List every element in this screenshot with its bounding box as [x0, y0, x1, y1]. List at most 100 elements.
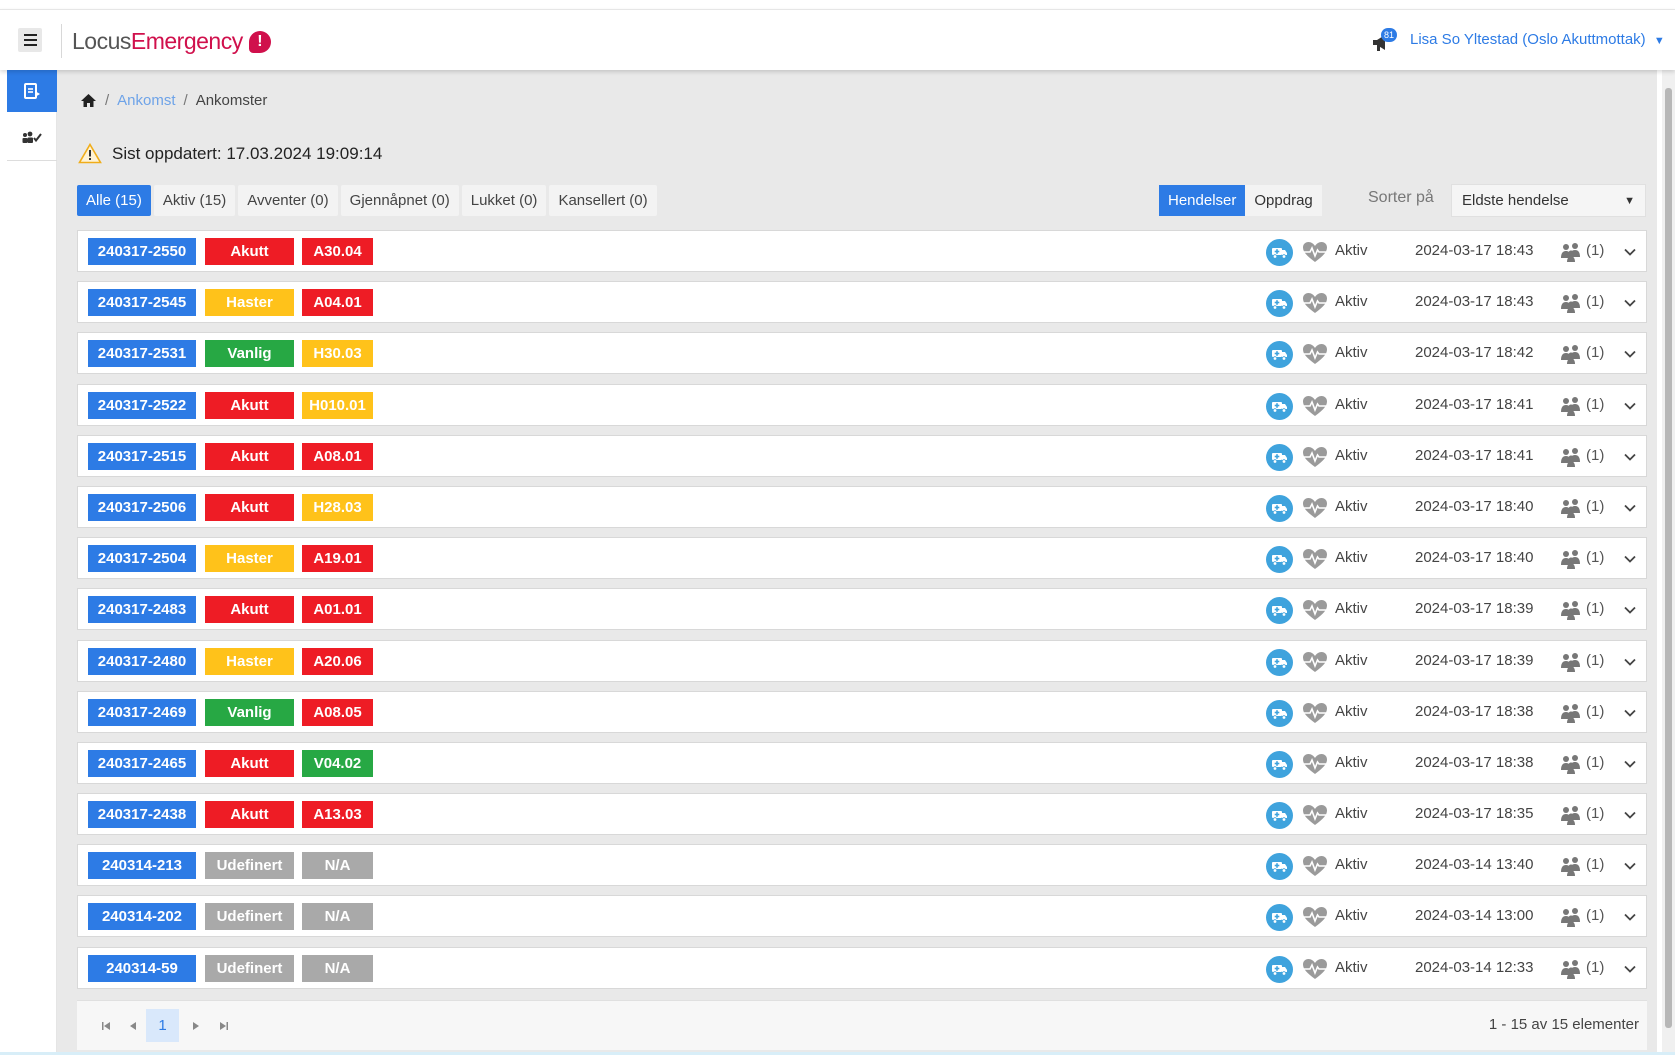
ambulance-icon[interactable]	[1266, 904, 1293, 932]
ambulance-icon[interactable]	[1266, 546, 1293, 574]
chevron-down-icon[interactable]	[1623, 910, 1637, 924]
index-code-badge: N/A	[302, 954, 373, 982]
chevron-down-icon[interactable]	[1623, 757, 1637, 771]
ambulance-icon[interactable]	[1266, 341, 1293, 369]
notification-badge: 81	[1381, 28, 1397, 42]
list-item[interactable]: 240317-2515 Akutt A08.01 Aktiv 2024-03-1…	[77, 434, 1647, 477]
tab-avventer[interactable]: Avventer (0)	[238, 185, 338, 216]
list-item[interactable]: 240314-59 Udefinert N/A Aktiv 2024-03-14…	[77, 946, 1647, 989]
case-id-badge[interactable]: 240317-2550	[88, 238, 196, 265]
heartbeat-icon	[1303, 651, 1327, 672]
case-id-badge[interactable]: 240314-202	[88, 903, 196, 931]
ambulance-icon[interactable]	[1266, 955, 1293, 983]
vertical-scrollbar[interactable]	[1662, 70, 1675, 1055]
ambulance-icon[interactable]	[1266, 699, 1293, 727]
ambulance-glyph	[1272, 759, 1287, 771]
home-icon[interactable]	[80, 93, 97, 108]
list-item[interactable]: 240317-2545 Haster A04.01 Aktiv 2024-03-…	[77, 281, 1647, 324]
ambulance-icon[interactable]	[1266, 597, 1293, 625]
list-item[interactable]: 240317-2531 Vanlig H30.03 Aktiv 2024-03-…	[77, 332, 1647, 375]
list-item[interactable]: 240314-213 Udefinert N/A Aktiv 2024-03-1…	[77, 844, 1647, 887]
chevron-down-icon[interactable]	[1623, 450, 1637, 464]
notifications-button[interactable]: 81	[1370, 28, 1397, 54]
ambulance-glyph	[1272, 708, 1287, 720]
view-oppdrag-button[interactable]: Oppdrag	[1245, 185, 1322, 216]
ambulance-glyph	[1272, 401, 1287, 413]
list-item[interactable]: 240317-2504 Haster A19.01 Aktiv 2024-03-…	[77, 537, 1647, 580]
breadcrumb-link-ankomst[interactable]: Ankomst	[117, 92, 175, 109]
status-text: Aktiv	[1335, 907, 1368, 925]
tab-alle[interactable]: Alle (15)	[77, 185, 151, 216]
list-item[interactable]: 240317-2438 Akutt A13.03 Aktiv 2024-03-1…	[77, 793, 1647, 836]
case-id-badge[interactable]: 240317-2545	[88, 289, 196, 317]
ambulance-icon[interactable]	[1266, 648, 1293, 676]
ambulance-icon[interactable]	[1266, 392, 1293, 420]
list-item[interactable]: 240317-2465 Akutt V04.02 Aktiv 2024-03-1…	[77, 741, 1647, 784]
ambulance-icon[interactable]	[1266, 802, 1293, 830]
tab-gjennapnet[interactable]: Gjennåpnet (0)	[340, 185, 459, 216]
case-id-badge[interactable]: 240317-2515	[88, 442, 196, 470]
tab-kansellert[interactable]: Kansellert (0)	[549, 185, 657, 216]
list-item[interactable]: 240317-2506 Akutt H28.03 Aktiv 2024-03-1…	[77, 485, 1647, 528]
chevron-down-icon[interactable]	[1623, 859, 1637, 873]
page-number-button[interactable]: 1	[146, 1009, 179, 1042]
case-id-badge[interactable]: 240317-2483	[88, 596, 196, 624]
case-id-badge[interactable]: 240314-59	[88, 954, 196, 982]
rail-item-arrivals[interactable]	[7, 70, 57, 112]
sort-select[interactable]: Eldste hendelse ▼	[1451, 184, 1646, 217]
ambulance-glyph	[1272, 452, 1287, 464]
ambulance-icon[interactable]	[1266, 290, 1293, 318]
ambulance-glyph	[1272, 555, 1287, 566]
people-count: (1)	[1586, 702, 1605, 720]
chevron-down-icon[interactable]	[1623, 347, 1637, 361]
view-hendelser-button[interactable]: Hendelser	[1159, 185, 1246, 216]
people-count: (1)	[1586, 344, 1605, 362]
status-text: Aktiv	[1335, 856, 1368, 874]
timestamp: 2024-03-14 12:33	[1415, 958, 1534, 976]
chevron-down-icon[interactable]	[1623, 501, 1637, 515]
chevron-down-icon[interactable]	[1623, 296, 1637, 310]
prev-page-button[interactable]	[116, 1009, 149, 1042]
chevron-down-icon[interactable]	[1623, 399, 1637, 413]
chevron-down-icon[interactable]	[1623, 552, 1637, 566]
timestamp: 2024-03-17 18:39	[1415, 600, 1534, 618]
index-code-badge: A20.06	[302, 647, 373, 675]
case-id-badge[interactable]: 240314-213	[88, 852, 196, 880]
case-id-badge[interactable]: 240317-2469	[88, 698, 196, 726]
list-item[interactable]: 240317-2550 Akutt A30.04 Aktiv 2024-03-1…	[77, 230, 1647, 272]
user-menu[interactable]: Lisa So Yltestad (Oslo Akuttmottak) ▼	[1410, 31, 1665, 48]
scrollbar-thumb[interactable]	[1665, 88, 1672, 1028]
menu-icon[interactable]	[18, 28, 42, 52]
case-id-badge[interactable]: 240317-2504	[88, 545, 196, 573]
chevron-down-icon[interactable]	[1623, 808, 1637, 822]
case-id-badge[interactable]: 240317-2465	[88, 749, 196, 777]
side-rail	[0, 70, 57, 1055]
people-count: (1)	[1586, 395, 1605, 413]
case-id-badge[interactable]: 240317-2480	[88, 647, 196, 675]
ambulance-icon[interactable]	[1266, 853, 1293, 881]
chevron-down-icon[interactable]	[1623, 603, 1637, 617]
list-item[interactable]: 240317-2480 Haster A20.06 Aktiv 2024-03-…	[77, 639, 1647, 682]
ambulance-icon[interactable]	[1266, 443, 1293, 471]
case-id-badge[interactable]: 240317-2522	[88, 391, 196, 419]
chevron-down-icon[interactable]	[1623, 655, 1637, 669]
list-item[interactable]: 240314-202 Udefinert N/A Aktiv 2024-03-1…	[77, 895, 1647, 938]
chevron-down-icon[interactable]	[1623, 245, 1637, 259]
case-id-badge[interactable]: 240317-2438	[88, 801, 196, 829]
case-id-badge[interactable]: 240317-2531	[88, 340, 196, 368]
case-id-badge[interactable]: 240317-2506	[88, 493, 196, 521]
ambulance-icon[interactable]	[1266, 494, 1293, 522]
list-item[interactable]: 240317-2469 Vanlig A08.05 Aktiv 2024-03-…	[77, 690, 1647, 733]
app-logo[interactable]: Locus Emergency!	[72, 28, 271, 55]
people-count: (1)	[1586, 805, 1605, 823]
rail-item-users[interactable]	[7, 116, 57, 158]
chevron-down-icon[interactable]	[1623, 962, 1637, 976]
list-item[interactable]: 240317-2522 Akutt H010.01 Aktiv 2024-03-…	[77, 383, 1647, 426]
chevron-down-icon[interactable]	[1623, 706, 1637, 720]
ambulance-icon[interactable]	[1266, 239, 1293, 266]
list-item[interactable]: 240317-2483 Akutt A01.01 Aktiv 2024-03-1…	[77, 588, 1647, 631]
tab-lukket[interactable]: Lukket (0)	[461, 185, 547, 216]
ambulance-icon[interactable]	[1266, 750, 1293, 778]
tab-aktiv[interactable]: Aktiv (15)	[153, 185, 236, 216]
last-page-button[interactable]	[207, 1009, 240, 1042]
